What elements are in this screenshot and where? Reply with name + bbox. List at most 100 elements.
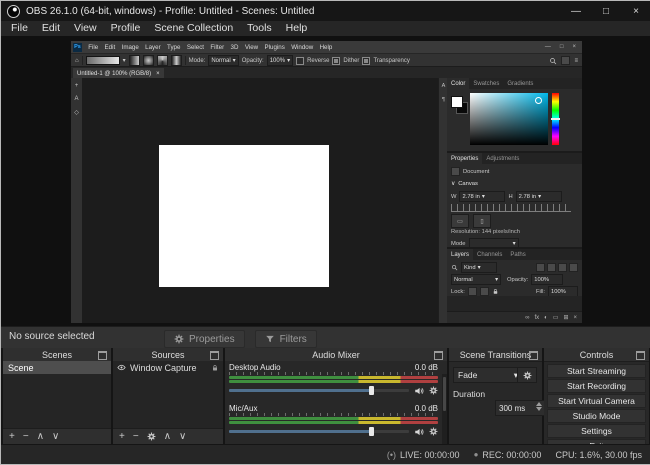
menu-view[interactable]: View [67,21,104,36]
docks-row: Scenes Scene + − ∧ ∨ Sources Win [1,348,650,444]
add-source-button[interactable]: + [119,431,125,442]
properties-button[interactable]: Properties [164,330,245,348]
start-streaming-button[interactable]: Start Streaming [547,364,646,378]
ps-options-bar: ⌂ ▾ Mode: Normal ▾ Opacity: 100% ▾ [71,53,582,67]
scene-transitions-dock: Scene Transitions Fade ▾ Duration 300 ms [449,348,542,444]
rec-status: ● REC: 00:00:00 [474,450,542,460]
ps-maximize-icon: □ [560,44,564,50]
remove-source-button[interactable]: − [133,431,139,442]
source-properties-gear-icon[interactable] [147,432,156,441]
spin-down-icon[interactable] [536,407,542,411]
ps-mode-select: Normal ▾ [208,55,238,66]
scenes-dock: Scenes Scene + − ∧ ∨ [3,348,111,444]
mixer-scrollbar[interactable] [442,374,447,444]
ps-opacity-value: 100% [270,58,285,64]
move-source-up-button[interactable]: ∧ [164,431,171,442]
volume-slider-handle[interactable] [369,427,374,436]
menu-scene-collection[interactable]: Scene Collection [147,21,240,36]
speaker-icon[interactable] [414,386,424,396]
ps-menu-view: View [242,44,262,51]
volume-slider[interactable] [229,389,409,392]
tab-layers: Layers [447,249,473,260]
duration-value: 300 ms [499,404,525,413]
filter-pixel-icon [536,263,545,272]
ruler-ticks [451,204,571,212]
sources-dock-header[interactable]: Sources [113,348,223,362]
sources-dock-title: Sources [151,350,184,360]
menu-tools[interactable]: Tools [240,21,279,36]
add-scene-button[interactable]: + [9,431,15,442]
transition-select[interactable]: Fade ▾ [453,367,523,383]
eye-icon[interactable] [117,363,126,372]
landscape-orientation-button: ▭ [451,214,469,228]
close-icon[interactable]: × [621,1,650,21]
channel-name: Mic/Aux [229,404,257,413]
height-field: 2.78 in ▾ [516,191,562,202]
performance-stats: CPU: 1.6%, 30.00 fps [555,450,642,460]
tab-color: Color [447,78,469,89]
start-recording-button[interactable]: Start Recording [547,379,646,393]
dock-float-icon[interactable] [98,351,107,360]
scrollbar-thumb[interactable] [443,377,446,411]
menu-edit[interactable]: Edit [35,21,67,36]
titlebar: OBS 26.1.0 (64-bit, windows) - Profile: … [1,1,650,21]
mode-label: Mode [451,241,466,247]
ps-panels-column: Color Swatches Gradients Properties [447,78,582,323]
scenes-dock-header[interactable]: Scenes [3,348,111,362]
move-source-down-button[interactable]: ∨ [179,431,186,442]
scenes-toolbar: + − ∧ ∨ [3,428,111,444]
sources-list[interactable]: Window Capture [113,361,223,429]
studio-mode-button[interactable]: Studio Mode [547,409,646,423]
obs-logo-icon [7,5,20,18]
layers-action-bar: ∞ fx ◐ ▭ ⊞ × [447,311,582,323]
ps-layers-panel-tabs: Layers Channels Paths [447,249,582,260]
dither-label: Dither [343,58,359,64]
volume-slider-handle[interactable] [369,386,374,395]
menu-file[interactable]: File [4,21,35,36]
ps-opacity-select: 100% ▾ [267,55,293,66]
remove-scene-button[interactable]: − [23,431,29,442]
channel-settings-gear-icon[interactable] [429,386,438,395]
minimize-icon[interactable]: — [561,1,591,21]
volume-meter-right [229,421,438,424]
volume-slider[interactable] [229,430,409,433]
hamburger-icon: ≡ [574,58,578,64]
transition-properties-button[interactable] [517,367,537,383]
scenes-list[interactable]: Scene [3,361,111,429]
mixer-channel-mic-aux: Mic/Aux 0.0 dB [229,403,438,438]
captured-window-source[interactable]: Ps File Edit Image Layer Type Select Fil… [71,41,582,323]
ps-menu-filter: Filter [207,44,227,51]
speaker-icon[interactable] [414,427,424,437]
source-list-item[interactable]: Window Capture [113,361,223,374]
settings-button[interactable]: Settings [547,424,646,438]
dock-float-icon[interactable] [636,351,645,360]
move-scene-down-button[interactable]: ∨ [52,431,59,442]
collapse-caret-icon: ∨ [451,181,455,187]
audio-mixer-dock-header[interactable]: Audio Mixer [225,348,447,362]
move-scene-up-button[interactable]: ∧ [37,431,44,442]
ps-paragraph-panel-icon: ¶ [442,97,445,103]
ps-opacity-label: Opacity: [242,58,264,64]
start-virtual-camera-button[interactable]: Start Virtual Camera [547,394,646,408]
controls-dock-header[interactable]: Controls [544,348,649,362]
lock-icon[interactable] [211,364,219,372]
menu-help[interactable]: Help [279,21,315,36]
live-status: (•) LIVE: 00:00:00 [387,450,460,460]
broadcast-icon: (•) [387,450,396,460]
dock-float-icon[interactable] [434,351,443,360]
scene-list-item[interactable]: Scene [3,361,111,374]
spin-up-icon[interactable] [536,402,542,406]
dock-float-icon[interactable] [210,351,219,360]
ps-menu-3d: 3D [227,44,241,51]
filters-button[interactable]: Filters [255,330,317,348]
fill-label: Fill: [536,289,545,295]
channel-settings-gear-icon[interactable] [429,427,438,436]
dock-float-icon[interactable] [529,351,538,360]
maximize-icon[interactable]: □ [591,1,621,21]
ps-character-panel-icon: A [442,83,446,89]
duration-spinbox[interactable]: 300 ms [495,400,545,416]
menu-profile[interactable]: Profile [104,21,148,36]
scene-transitions-dock-header[interactable]: Scene Transitions [449,348,542,362]
layer-opacity-field: 100% [531,274,563,285]
preview-area[interactable]: Ps File Edit Image Layer Type Select Fil… [1,36,650,326]
